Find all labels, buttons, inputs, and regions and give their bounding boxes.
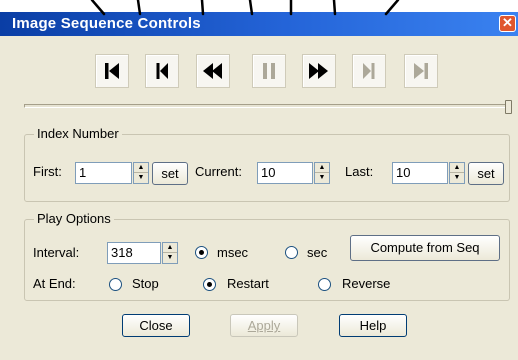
apply-button[interactable]: Apply bbox=[230, 314, 298, 337]
stop-radio[interactable] bbox=[109, 278, 122, 291]
help-button[interactable]: Help bbox=[339, 314, 407, 337]
skip-to-start-icon bbox=[105, 63, 119, 79]
current-index-spinner[interactable]: ▲ ▼ bbox=[314, 162, 330, 184]
spin-up-icon[interactable]: ▲ bbox=[450, 163, 464, 173]
reverse-radio[interactable] bbox=[318, 278, 331, 291]
dialog-body: Index Number First: 1 ▲ ▼ set Current: 1… bbox=[0, 36, 518, 360]
first-label: First: bbox=[33, 164, 62, 179]
restart-radio[interactable] bbox=[203, 278, 216, 291]
first-index-input[interactable]: 1 bbox=[75, 162, 132, 184]
reverse-label: Reverse bbox=[342, 276, 391, 291]
step-forward-icon bbox=[363, 63, 375, 79]
play-backward-button[interactable] bbox=[196, 54, 230, 88]
close-button[interactable]: Close bbox=[122, 314, 190, 337]
slider-thumb[interactable] bbox=[505, 100, 512, 114]
go-last-button[interactable] bbox=[404, 54, 438, 88]
spin-up-icon[interactable]: ▲ bbox=[134, 163, 148, 173]
slider-track bbox=[24, 104, 512, 108]
step-forward-button[interactable] bbox=[352, 54, 386, 88]
interval-label: Interval: bbox=[33, 245, 80, 260]
restart-label: Restart bbox=[227, 276, 269, 291]
at-end-label: At End: bbox=[33, 276, 76, 291]
play-options-legend: Play Options bbox=[34, 211, 114, 226]
interval-input[interactable]: 318 bbox=[107, 242, 161, 264]
current-index-input[interactable]: 10 bbox=[257, 162, 313, 184]
pause-button[interactable] bbox=[252, 54, 286, 88]
spin-up-icon[interactable]: ▲ bbox=[315, 163, 329, 173]
last-index-spinner[interactable]: ▲ ▼ bbox=[449, 162, 465, 184]
frame-slider[interactable] bbox=[24, 100, 512, 114]
pause-icon bbox=[263, 63, 275, 79]
spin-down-icon[interactable]: ▼ bbox=[315, 173, 329, 183]
stop-label: Stop bbox=[132, 276, 159, 291]
window-title: Image Sequence Controls bbox=[12, 15, 201, 32]
set-last-button[interactable]: set bbox=[468, 162, 504, 185]
spin-down-icon[interactable]: ▼ bbox=[134, 173, 148, 183]
msec-radio[interactable] bbox=[195, 246, 208, 259]
compute-from-seq-button[interactable]: Compute from Seq bbox=[350, 235, 500, 261]
skip-to-end-icon bbox=[414, 63, 428, 79]
index-number-legend: Index Number bbox=[34, 126, 122, 141]
fast-rewind-icon bbox=[203, 63, 222, 79]
msec-label: msec bbox=[217, 245, 249, 260]
step-back-button[interactable] bbox=[145, 54, 179, 88]
play-forward-button[interactable] bbox=[302, 54, 336, 88]
sec-label: sec bbox=[307, 245, 328, 260]
close-icon: ✕ bbox=[502, 15, 513, 30]
step-back-icon bbox=[156, 63, 168, 79]
last-index-input[interactable]: 10 bbox=[392, 162, 448, 184]
set-first-button[interactable]: set bbox=[152, 162, 188, 185]
annotation-lines bbox=[90, 0, 400, 16]
spin-down-icon[interactable]: ▼ bbox=[450, 173, 464, 183]
go-first-button[interactable] bbox=[95, 54, 129, 88]
sec-radio[interactable] bbox=[285, 246, 298, 259]
spin-down-icon[interactable]: ▼ bbox=[163, 253, 177, 263]
current-label: Current: bbox=[195, 164, 242, 179]
first-index-spinner[interactable]: ▲ ▼ bbox=[133, 162, 149, 184]
last-label: Last: bbox=[345, 164, 374, 179]
interval-spinner[interactable]: ▲ ▼ bbox=[162, 242, 178, 264]
close-window-button[interactable]: ✕ bbox=[499, 15, 516, 32]
spin-up-icon[interactable]: ▲ bbox=[163, 243, 177, 253]
fast-forward-icon bbox=[309, 63, 328, 79]
